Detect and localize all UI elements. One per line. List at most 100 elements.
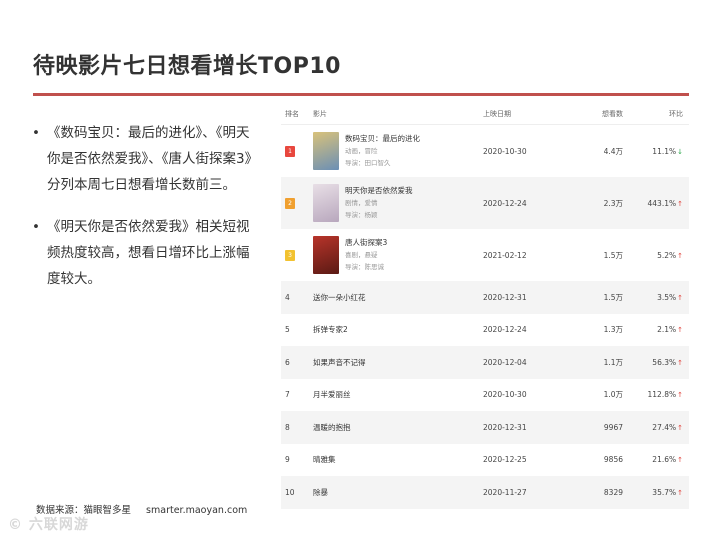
film-title: 送你一朵小红花	[313, 292, 366, 302]
table-row: 7 月半爱丽丝 2020-10-30 1.0万 112.8%↑	[281, 379, 689, 412]
ratio-cell: 35.7%↑	[637, 488, 689, 497]
header-film: 影片	[313, 110, 327, 118]
table-row: 3 唐人街探案3 喜剧，悬疑导演：陈思诚 2021-02-12 1.5万 5.2%↑	[281, 229, 689, 281]
want-count: 8329	[603, 487, 623, 497]
film-cell[interactable]: 晴雅集	[313, 454, 483, 465]
rank-badge: 1	[285, 145, 295, 157]
page-title: 待映影片七日想看增长TOP10	[33, 54, 341, 79]
ratio-cell: 3.5%↑	[637, 293, 689, 302]
table-row: 10 除暴 2020-11-27 8329 35.7%↑	[281, 476, 689, 509]
header-date: 上映日期	[483, 110, 511, 118]
rank-cell: 7	[285, 390, 290, 400]
ratio-cell: 5.2%↑	[637, 251, 689, 260]
bullet-dot: •	[32, 125, 40, 141]
film-title: 除暴	[313, 487, 328, 497]
film-director: 导演：田口智久	[345, 159, 391, 167]
trend-up-icon: ↑	[677, 358, 683, 367]
rank-cell: 9	[285, 455, 290, 465]
film-title: 月半爱丽丝	[313, 390, 351, 400]
rank-badge: 3	[285, 249, 295, 261]
table-row: 6 如果声音不记得 2020-12-04 1.1万 56.3%↑	[281, 346, 689, 379]
source-url: smarter.maoyan.com	[146, 505, 248, 516]
rank-cell: 6	[285, 357, 290, 367]
want-count: 4.4万	[603, 146, 623, 156]
bullet-dot: •	[32, 219, 40, 235]
bullet-text: 《数码宝贝：最后的进化》、《明天你是否依然爱我》、《唐人街探案3》分列本周七日想…	[47, 125, 259, 193]
watermark-logo: © 六联网游	[8, 517, 89, 533]
film-title: 唐人街探案3	[345, 238, 388, 247]
header-ratio: 环比	[669, 110, 683, 118]
want-count: 1.1万	[603, 357, 623, 367]
want-count: 1.3万	[603, 325, 623, 335]
release-date: 2020-12-31	[483, 292, 527, 302]
want-count: 9856	[603, 455, 623, 465]
movie-poster	[313, 132, 339, 170]
want-count: 1.5万	[603, 250, 623, 260]
trend-up-icon: ↑	[677, 391, 683, 400]
ratio-value: 112.8%	[647, 390, 677, 400]
header-count: 想看数	[602, 110, 623, 118]
rank-cell: 1	[281, 145, 313, 157]
release-date: 2020-12-24	[483, 198, 527, 208]
film-cell[interactable]: 温暖的抱抱	[313, 422, 483, 433]
ratio-cell: 11.1%↓	[637, 147, 689, 156]
trend-up-icon: ↑	[677, 488, 683, 497]
release-date: 2020-11-27	[483, 487, 527, 497]
ratio-cell: 112.8%↑	[637, 390, 689, 399]
table-row: 2 明天你是否依然爱我 剧情，爱情 导演：杨颖 2020-12-24 2.3万 443.1%…	[281, 177, 689, 229]
rank-cell: 2	[281, 197, 313, 209]
release-date: 2021-02-12	[483, 250, 527, 260]
film-cell[interactable]: 送你一朵小红花	[313, 292, 483, 303]
trend-up-icon: ↑	[677, 251, 683, 260]
trend-up-icon: ↑	[677, 326, 683, 335]
film-info: 唐人街探案3 喜剧，悬疑导演：陈思诚	[345, 237, 387, 273]
rank-cell: 3	[281, 249, 313, 261]
movie-poster	[313, 184, 339, 222]
film-cell[interactable]: 拆弹专家2	[313, 324, 483, 335]
release-date: 2020-10-30	[483, 390, 527, 400]
trend-up-icon: ↑	[677, 293, 683, 302]
ranking-table: 排名 影片 上映日期 想看数 环比 1 数码宝贝：最后的进化 动画，冒险 导演：田口智…	[281, 104, 689, 509]
ratio-value: 35.7%	[652, 487, 677, 497]
ratio-value: 11.1%	[652, 146, 677, 156]
ratio-cell: 2.1%↑	[637, 325, 689, 334]
ratio-value: 21.6%	[652, 455, 677, 465]
ratio-cell: 56.3%↑	[637, 358, 689, 367]
film-director: 导演：杨颖	[345, 211, 378, 219]
table-row: 4 送你一朵小红花 2020-12-31 1.5万 3.5%↑	[281, 281, 689, 314]
ratio-value: 2.1%	[657, 325, 677, 335]
movie-poster	[313, 236, 339, 274]
film-title: 温暖的抱抱	[313, 422, 351, 432]
want-count: 2.3万	[603, 198, 623, 208]
table-row: 5 拆弹专家2 2020-12-24 1.3万 2.1%↑	[281, 314, 689, 347]
film-genre: 喜剧，悬疑	[345, 251, 378, 259]
film-cell[interactable]: 如果声音不记得	[313, 357, 483, 368]
trend-up-icon: ↑	[677, 423, 683, 432]
film-cell[interactable]: 明天你是否依然爱我 剧情，爱情 导演：杨颖	[313, 184, 483, 222]
film-cell[interactable]: 数码宝贝：最后的进化 动画，冒险 导演：田口智久	[313, 132, 483, 170]
film-info: 明天你是否依然爱我 剧情，爱情 导演：杨颖	[345, 185, 413, 221]
film-cell[interactable]: 唐人街探案3 喜剧，悬疑导演：陈思诚	[313, 236, 483, 274]
film-title: 如果声音不记得	[313, 357, 366, 367]
trend-up-icon: ↑	[677, 199, 683, 208]
film-title: 明天你是否依然爱我	[345, 186, 413, 195]
trend-down-icon: ↓	[677, 147, 683, 156]
ratio-cell: 21.6%↑	[637, 455, 689, 464]
film-cell[interactable]: 除暴	[313, 487, 483, 498]
release-date: 2020-12-25	[483, 455, 527, 465]
table-row: 1 数码宝贝：最后的进化 动画，冒险 导演：田口智久 2020-10-30 4.4万 11.…	[281, 125, 689, 177]
header-rank: 排名	[285, 110, 299, 118]
bullet-item: • 《数码宝贝：最后的进化》、《明天你是否依然爱我》、《唐人街探案3》分列本周七…	[30, 120, 262, 198]
release-date: 2020-12-24	[483, 325, 527, 335]
film-cell[interactable]: 月半爱丽丝	[313, 389, 483, 400]
bullet-item: • 《明天你是否依然爱我》相关短视频热度较高，想看日增环比上涨幅度较大。	[30, 214, 262, 292]
bullet-text: 《明天你是否依然爱我》相关短视频热度较高，想看日增环比上涨幅度较大。	[47, 219, 250, 287]
film-title: 数码宝贝：最后的进化	[345, 134, 420, 143]
rank-cell: 4	[285, 292, 290, 302]
film-info: 数码宝贝：最后的进化 动画，冒险 导演：田口智久	[345, 133, 420, 169]
rank-cell: 10	[285, 487, 295, 497]
film-director: 导演：陈思诚	[345, 263, 384, 271]
ratio-value: 5.2%	[657, 250, 677, 260]
rank-badge: 2	[285, 197, 295, 209]
bullet-list: • 《数码宝贝：最后的进化》、《明天你是否依然爱我》、《唐人街探案3》分列本周七…	[30, 120, 262, 308]
